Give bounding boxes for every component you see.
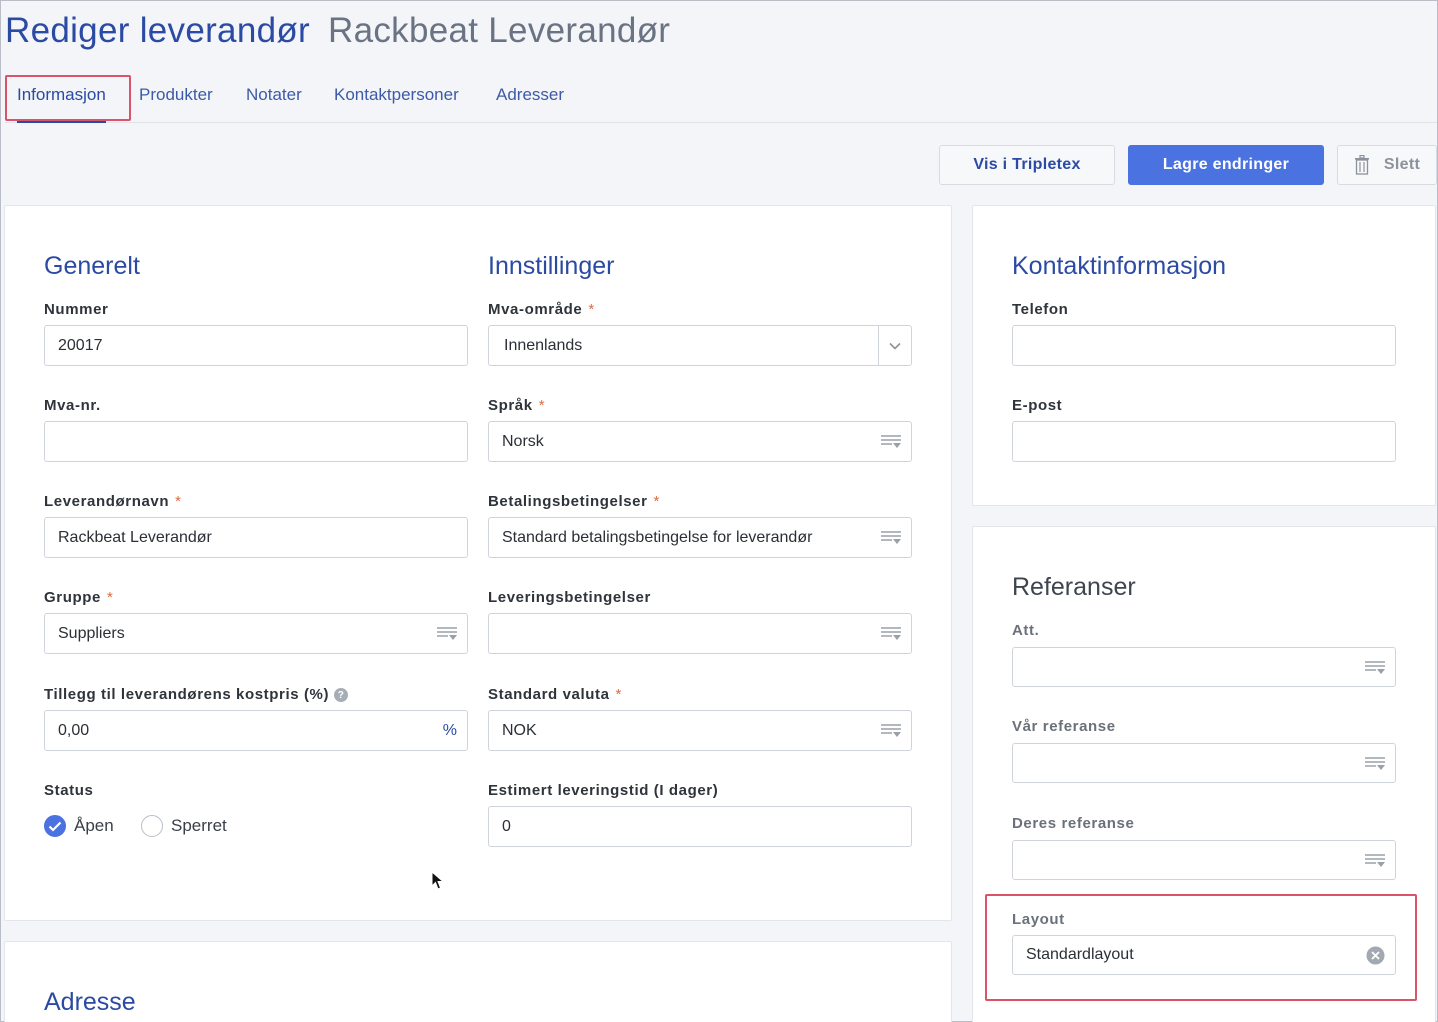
tab-adresser[interactable]: Adresser	[496, 73, 564, 121]
number-label: Nummer	[44, 301, 109, 318]
clear-icon[interactable]	[1366, 936, 1385, 974]
payment-terms-label: Betalingsbetingelser *	[488, 493, 660, 510]
currency-select[interactable]: NOK	[488, 710, 912, 751]
page-title-supplier: Rackbeat Leverandør	[328, 11, 671, 50]
att-label: Att.	[1012, 622, 1040, 639]
contact-title: Kontaktinformasjon	[1012, 252, 1227, 280]
tab-notater[interactable]: Notater	[246, 73, 302, 121]
language-select[interactable]: Norsk	[488, 421, 912, 462]
mouse-cursor-icon	[431, 871, 445, 890]
vat-area-label: Mva-område *	[488, 301, 595, 318]
tab-bar: Informasjon Produkter Notater Kontaktper…	[5, 73, 1437, 123]
tab-informasjon[interactable]: Informasjon	[17, 73, 106, 123]
list-filter-icon	[1365, 841, 1385, 879]
markup-value: 0,00	[58, 721, 90, 739]
phone-label: Telefon	[1012, 301, 1069, 318]
help-icon[interactable]: ?	[334, 688, 349, 703]
delete-button[interactable]: Slett	[1337, 145, 1437, 185]
layout-select[interactable]: Standardlayout	[1012, 935, 1396, 975]
att-select[interactable]	[1012, 647, 1396, 687]
currency-label: Standard valuta *	[488, 686, 622, 703]
view-in-tripletex-button[interactable]: Vis i Tripletex	[939, 145, 1115, 185]
delivery-terms-label: Leveringsbetingelser	[488, 589, 651, 606]
their-ref-select[interactable]	[1012, 840, 1396, 880]
vat-no-input[interactable]	[44, 421, 468, 462]
list-filter-icon	[1365, 744, 1385, 782]
group-value: Suppliers	[58, 624, 125, 642]
vat-area-value: Innenlands	[504, 336, 583, 354]
language-value: Norsk	[502, 432, 544, 450]
lead-time-input[interactable]: 0	[488, 806, 912, 847]
references-card: Referanser Att. Vår referanse Deres refe…	[972, 526, 1436, 1022]
their-ref-label: Deres referanse	[1012, 815, 1135, 832]
email-label: E-post	[1012, 397, 1063, 414]
list-filter-icon	[881, 422, 901, 461]
main-card: Generelt Nummer 20017 Mva-nr. Leverandør…	[4, 205, 952, 921]
tab-produkter[interactable]: Produkter	[139, 73, 213, 121]
list-filter-icon	[881, 614, 901, 653]
page-title-main: Rediger leverandør	[5, 11, 310, 50]
address-title: Adresse	[44, 988, 136, 1016]
list-filter-icon	[881, 711, 901, 750]
radio-unchecked-icon	[141, 815, 163, 837]
settings-title: Innstillinger	[488, 252, 615, 280]
list-filter-icon	[881, 518, 901, 557]
trash-icon	[1354, 155, 1369, 175]
general-title: Generelt	[44, 252, 140, 280]
status-radio-locked[interactable]: Sperret	[141, 815, 227, 837]
list-filter-icon	[1365, 648, 1385, 686]
page-title: Rediger leverandør Rackbeat Leverandør	[5, 11, 670, 51]
references-title: Referanser	[1012, 573, 1136, 601]
markup-label: Tillegg til leverandørens kostpris (%)?	[44, 686, 349, 703]
status-radio-open[interactable]: Åpen	[44, 815, 114, 837]
delete-label: Slett	[1383, 156, 1421, 173]
save-button[interactable]: Lagre endringer	[1128, 145, 1324, 185]
vat-area-select[interactable]: Innenlands	[488, 325, 912, 366]
payment-terms-value: Standard betalingsbetingelse for leveran…	[502, 528, 813, 546]
lead-time-label: Estimert leveringstid (I dager)	[488, 782, 719, 799]
chevron-down-icon	[889, 326, 901, 365]
supplier-name-label: Leverandørnavn *	[44, 493, 182, 510]
layout-label: Layout	[1012, 911, 1065, 928]
payment-terms-select[interactable]: Standard betalingsbetingelse for leveran…	[488, 517, 912, 558]
percent-suffix: %	[442, 721, 457, 739]
contact-card: Kontaktinformasjon Telefon E-post	[972, 205, 1436, 506]
group-select[interactable]: Suppliers	[44, 613, 468, 654]
address-card: Adresse	[4, 941, 952, 1022]
tab-kontaktpersoner[interactable]: Kontaktpersoner	[334, 73, 459, 121]
number-input[interactable]: 20017	[44, 325, 468, 366]
layout-value: Standardlayout	[1026, 946, 1134, 963]
language-label: Språk *	[488, 397, 546, 414]
delivery-terms-select[interactable]	[488, 613, 912, 654]
list-filter-icon	[437, 614, 457, 653]
email-input[interactable]	[1012, 421, 1396, 462]
markup-input[interactable]: 0,00 %	[44, 710, 468, 751]
radio-checked-icon	[44, 815, 66, 837]
vat-no-label: Mva-nr.	[44, 397, 101, 414]
our-ref-select[interactable]	[1012, 743, 1396, 783]
phone-input[interactable]	[1012, 325, 1396, 366]
status-label: Status	[44, 782, 94, 799]
supplier-name-input[interactable]: Rackbeat Leverandør	[44, 517, 468, 558]
our-ref-label: Vår referanse	[1012, 718, 1116, 735]
currency-value: NOK	[502, 721, 537, 739]
group-label: Gruppe *	[44, 589, 114, 606]
